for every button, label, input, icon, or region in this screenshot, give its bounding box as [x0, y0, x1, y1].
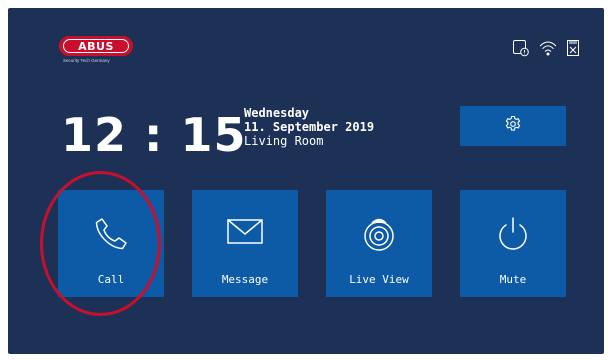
weekday: Wednesday	[244, 106, 310, 120]
status-bar	[512, 39, 580, 57]
message-button[interactable]: Message	[192, 190, 298, 297]
intercom-screen: ABUS Security Tech Germany 12: 15 Wedne…	[8, 8, 604, 354]
sd-card-missing-icon	[566, 39, 580, 57]
camera-icon	[361, 216, 397, 256]
settings-button[interactable]	[460, 106, 566, 146]
call-label: Call	[97, 273, 125, 286]
abus-logo: ABUS Security Tech Germany	[59, 36, 133, 63]
date-info: Wednesday 11. September 2019 Living Room	[244, 106, 374, 149]
message-label: Message	[221, 273, 269, 286]
mute-label: Mute	[499, 273, 527, 286]
logo-brand: ABUS	[78, 39, 114, 53]
clock-time: 12 : 15	[61, 108, 247, 162]
power-icon	[495, 216, 531, 256]
live-view-button[interactable]: Live View	[326, 190, 432, 297]
live-view-label: Live View	[349, 273, 409, 286]
logo-badge: ABUS	[59, 36, 133, 56]
phone-icon	[93, 216, 129, 256]
gear-icon	[504, 115, 522, 137]
wifi-icon	[538, 39, 558, 57]
mute-button[interactable]: Mute	[460, 190, 566, 297]
phone-memory-icon	[512, 39, 530, 57]
call-button[interactable]: Call	[58, 190, 164, 297]
envelope-icon	[226, 216, 264, 250]
location: Living Room	[244, 134, 324, 148]
date: 11. September 2019	[244, 120, 375, 134]
logo-tagline: Security Tech Germany	[63, 58, 110, 63]
